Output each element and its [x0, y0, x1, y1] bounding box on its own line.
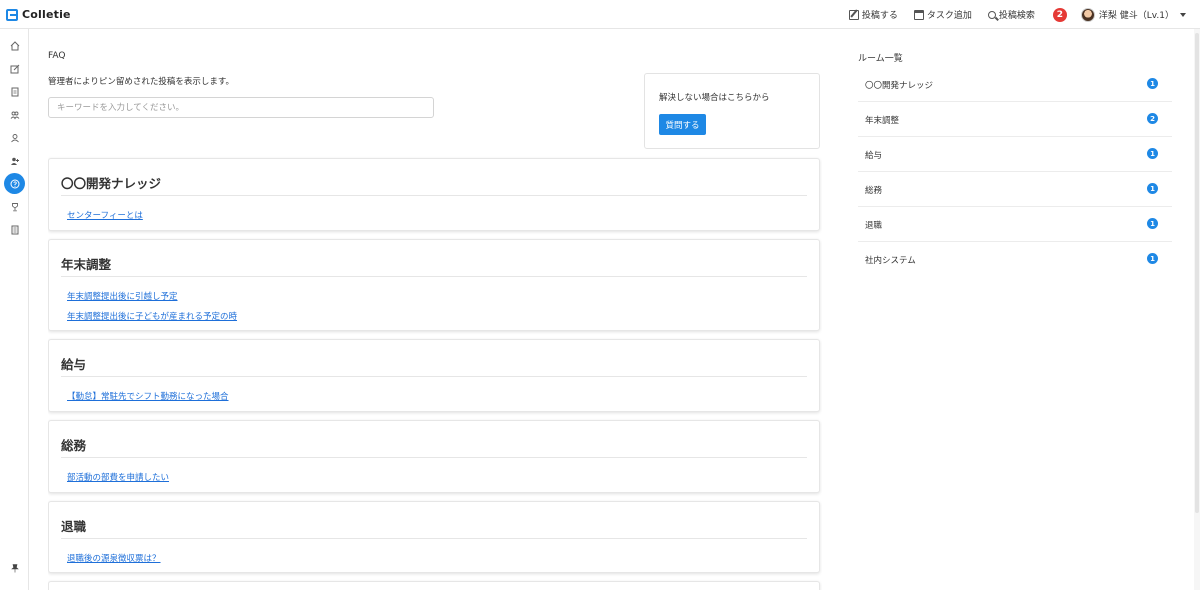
search-icon [987, 10, 996, 19]
faq-link[interactable]: 年末調整提出後に子どもが産まれる予定の時 [67, 310, 237, 322]
room-count-badge: 1 [1147, 78, 1158, 89]
divider [61, 276, 807, 277]
trophy-icon [11, 202, 18, 211]
room-count-badge: 1 [1147, 253, 1158, 264]
sidebar-item-user[interactable] [4, 127, 25, 148]
group-icon [10, 111, 19, 120]
ask-question-button[interactable]: 質問する [659, 114, 706, 135]
faq-section: 総務 部活動の部費を申請したい [48, 420, 820, 493]
room-name: 退職 [865, 221, 883, 231]
notification-badge[interactable]: 2 [1052, 7, 1067, 22]
user-icon [10, 133, 19, 142]
help-text: 解決しない場合はこちらから [659, 93, 770, 103]
faq-section: 〇〇開発ナレッジ センターフィーとは [48, 158, 820, 231]
search-posts-button[interactable]: 投稿検索 [987, 8, 1035, 21]
divider [61, 376, 807, 377]
add-task-label: タスク追加 [926, 11, 972, 21]
room-count-badge: 1 [1147, 183, 1158, 194]
sidebar [0, 29, 29, 590]
page-scrollbar[interactable] [1194, 29, 1200, 590]
sidebar-item-document[interactable] [4, 81, 25, 102]
sidebar-item-group[interactable] [4, 104, 25, 125]
room-name: 年末調整 [865, 116, 900, 126]
section-title: 〇〇開発ナレッジ [61, 176, 162, 191]
faq-main: FAQ 管理者によりピン留めされた投稿を表示します。 解決しない場合はこちらから… [48, 29, 822, 590]
divider [61, 457, 807, 458]
faq-section: 退職 退職後の源泉徴収票は？ [48, 501, 820, 573]
room-item[interactable]: 給与 1 [858, 137, 1172, 172]
sidebar-item-users[interactable] [4, 150, 25, 171]
room-list-title: ルーム一覧 [858, 54, 903, 64]
room-count-badge: 1 [1147, 148, 1158, 159]
page-title: FAQ [48, 51, 66, 61]
faq-link[interactable]: 部活動の部費を申請したい [67, 471, 169, 483]
page-description: 管理者によりピン留めされた投稿を表示します。 [48, 77, 234, 87]
pencil-icon [848, 9, 859, 20]
user-name[interactable]: 洋梨 健斗（Lv.1） [1099, 8, 1174, 21]
room-item[interactable]: 退職 1 [858, 207, 1172, 242]
app-logo[interactable]: Colletie [6, 8, 71, 21]
faq-link[interactable]: 【勤怠】常駐先でシフト勤務になった場合 [67, 390, 229, 402]
faq-section: 給与 【勤怠】常駐先でシフト勤務になった場合 [48, 339, 820, 412]
calendar-icon [913, 9, 924, 20]
room-name: 〇〇開発ナレッジ [865, 81, 934, 91]
edit-icon [10, 64, 19, 73]
book-icon [11, 225, 18, 234]
divider [61, 538, 807, 539]
document-icon [11, 87, 18, 96]
sidebar-item-edit[interactable] [4, 58, 25, 79]
room-count-badge: 1 [1147, 218, 1158, 229]
app-name: Colletie [22, 8, 71, 21]
sidebar-item-book[interactable] [4, 219, 25, 240]
chevron-down-icon[interactable] [1180, 12, 1186, 17]
section-title: 退職 [61, 519, 87, 534]
faq-section: 年末調整 年末調整提出後に引越し予定 年末調整提出後に子どもが産まれる予定の時 [48, 239, 820, 331]
section-title: 年末調整 [61, 257, 112, 272]
header-actions: 投稿する タスク追加 投稿検索 2 洋梨 健斗（Lv.1） [833, 0, 1186, 29]
room-count-badge: 2 [1147, 113, 1158, 124]
room-item[interactable]: 〇〇開発ナレッジ 1 [858, 67, 1172, 102]
top-header: Colletie 投稿する タスク追加 投稿検索 2 洋梨 健斗（Lv.1） [0, 0, 1200, 29]
faq-link[interactable]: センターフィーとは [67, 209, 143, 221]
room-item[interactable]: 総務 1 [858, 172, 1172, 207]
sidebar-item-home[interactable] [4, 35, 25, 56]
search-input[interactable] [48, 97, 434, 118]
create-post-label: 投稿する [861, 11, 898, 21]
room-item[interactable]: 社内システム 1 [858, 242, 1172, 277]
help-icon [10, 179, 19, 188]
create-post-button[interactable]: 投稿する [848, 8, 898, 21]
sidebar-item-trophy[interactable] [4, 196, 25, 217]
users-icon [10, 157, 19, 165]
room-list-panel: ルーム一覧 〇〇開発ナレッジ 1 年末調整 2 給与 1 総務 1 退職 1 社… [858, 29, 1172, 590]
section-title: 総務 [61, 438, 87, 453]
logo-icon [6, 8, 18, 21]
sidebar-item-help[interactable] [4, 173, 25, 194]
home-icon [10, 40, 19, 50]
room-name: 総務 [865, 186, 883, 196]
search-posts-label: 投稿検索 [998, 11, 1035, 21]
section-title: 給与 [61, 357, 87, 372]
room-name: 社内システム [865, 256, 916, 266]
room-item[interactable]: 年末調整 2 [858, 102, 1172, 137]
add-task-button[interactable]: タスク追加 [913, 8, 972, 21]
faq-link[interactable]: 退職後の源泉徴収票は？ [67, 552, 161, 564]
room-name: 給与 [865, 151, 883, 161]
faq-link[interactable]: 年末調整提出後に引越し予定 [67, 290, 178, 302]
scrollbar-thumb[interactable] [1195, 33, 1199, 513]
divider [61, 195, 807, 196]
faq-section [48, 581, 820, 590]
pin-icon [10, 563, 19, 572]
avatar[interactable] [1080, 7, 1095, 22]
help-box: 解決しない場合はこちらから 質問する [644, 73, 820, 149]
sidebar-pin-button[interactable] [4, 557, 25, 578]
